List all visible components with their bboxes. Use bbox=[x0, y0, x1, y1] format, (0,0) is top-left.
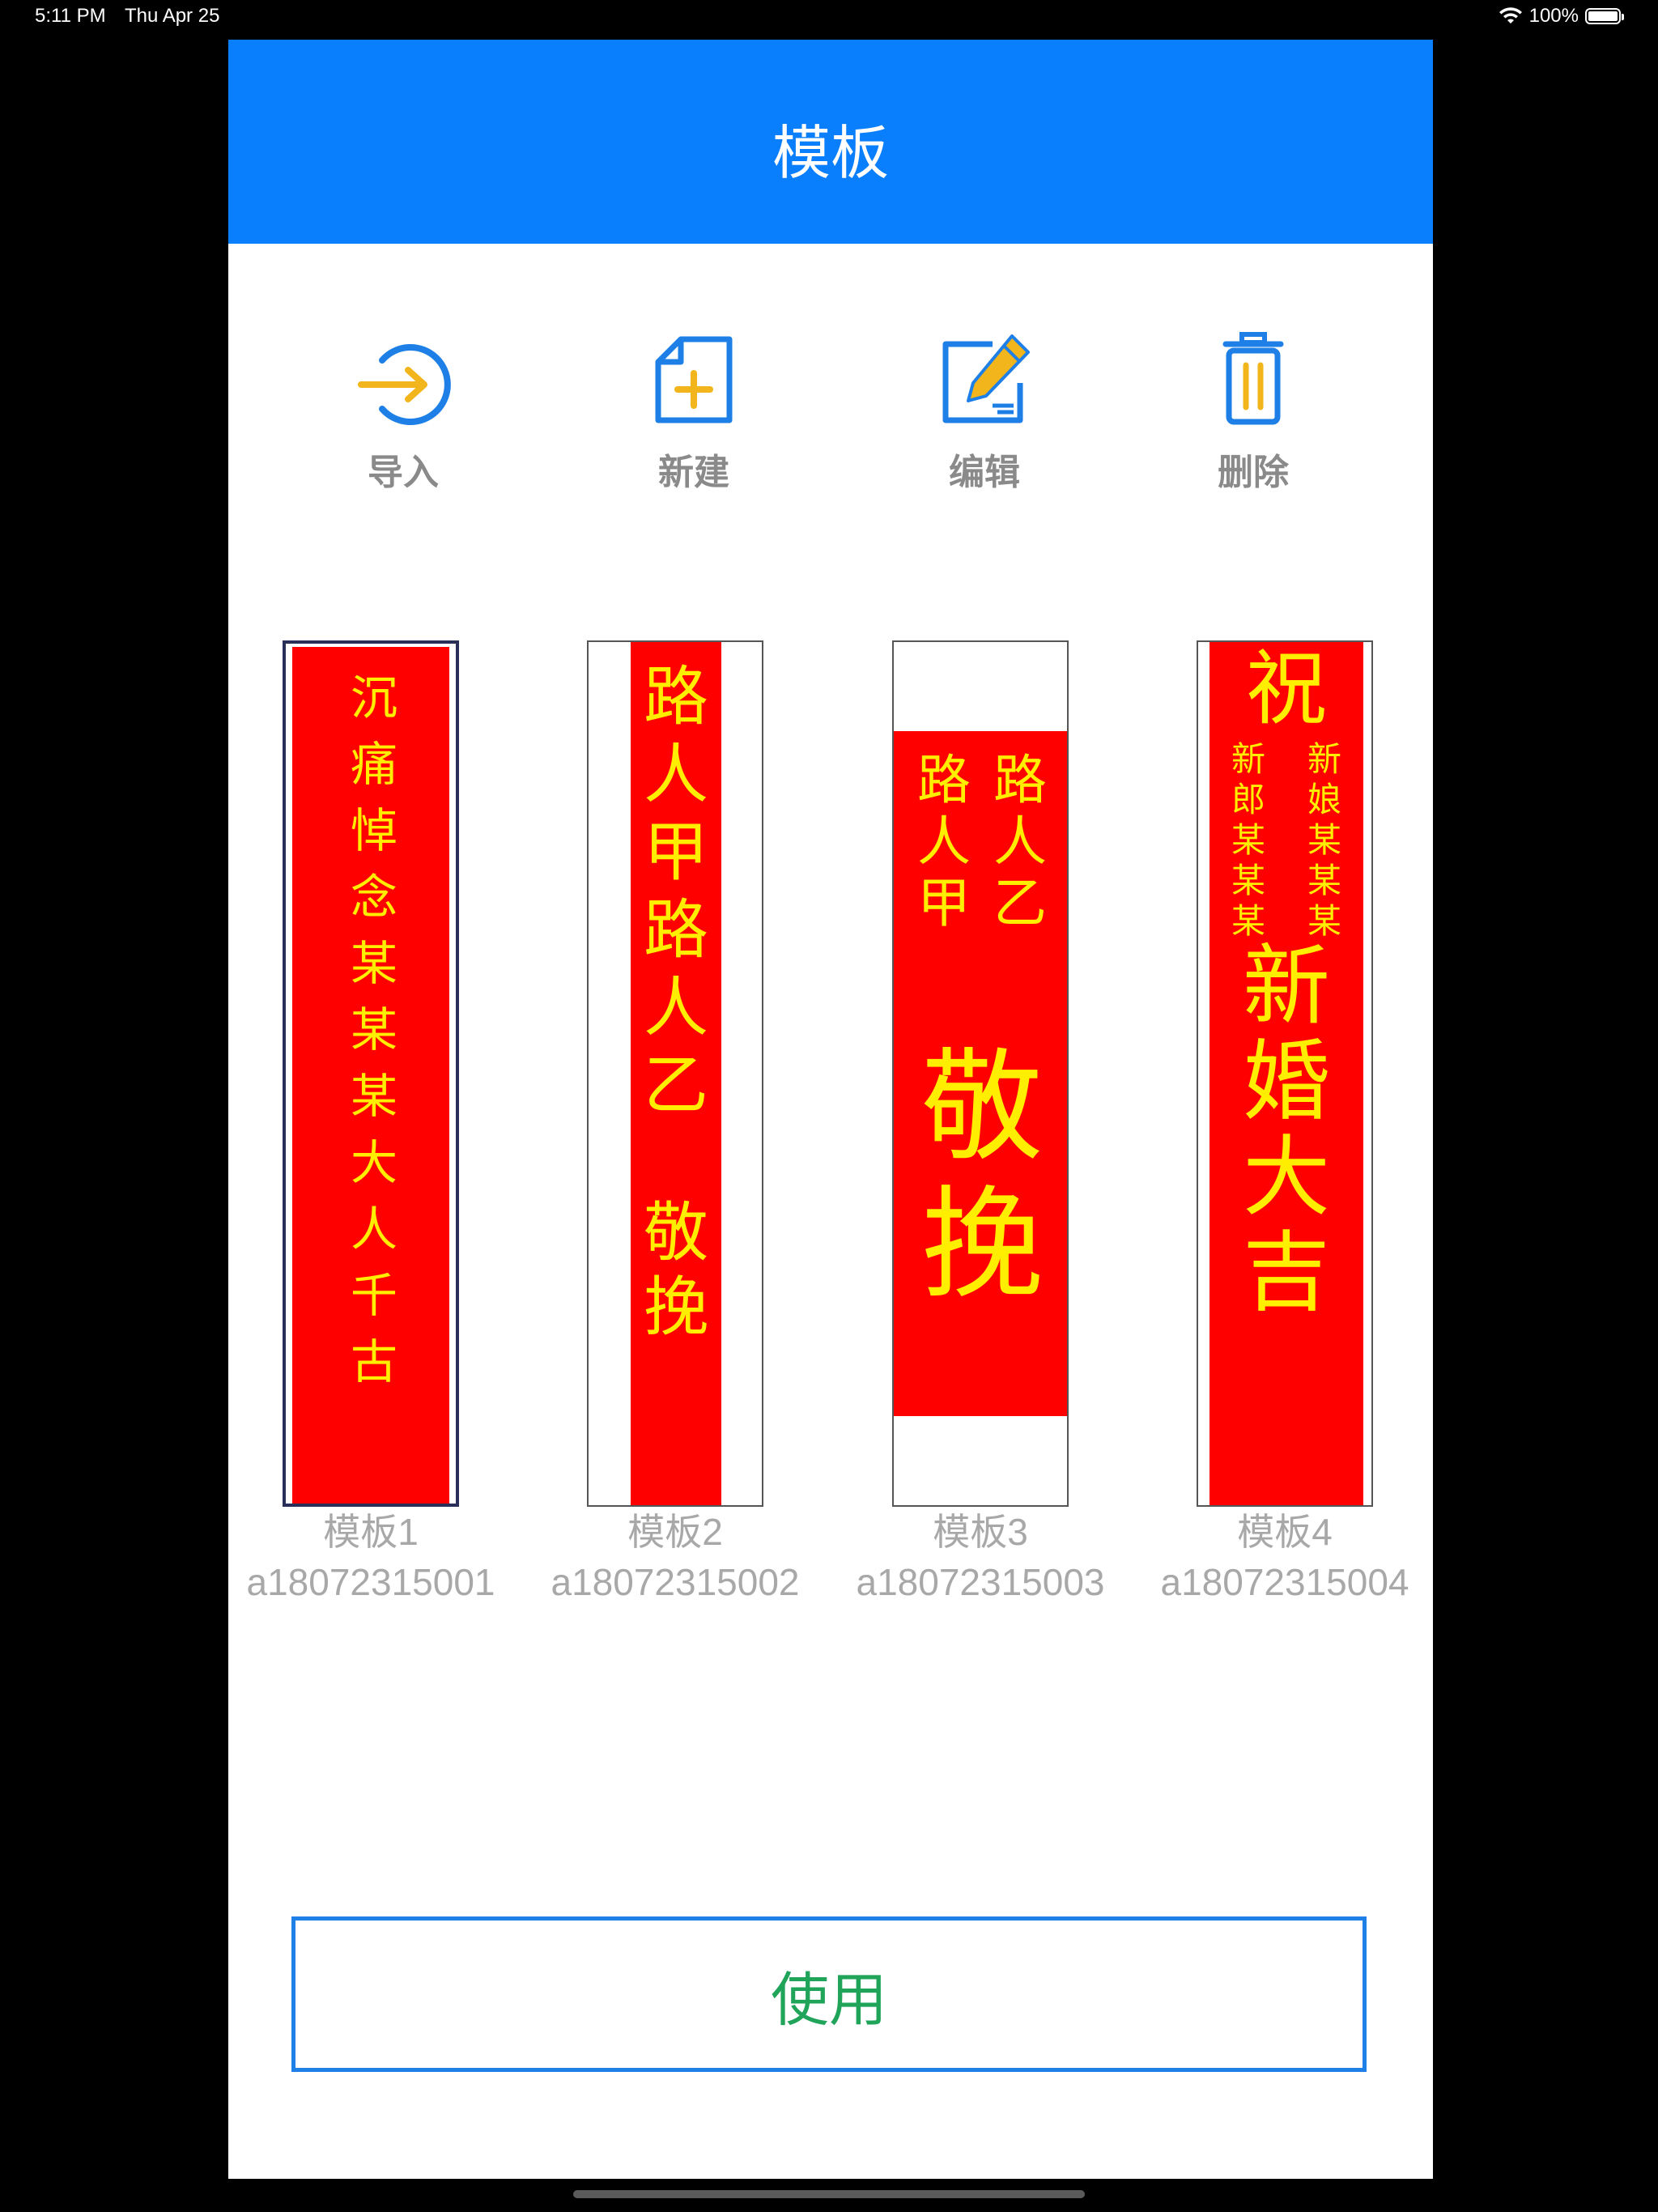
template-card-1[interactable]: 沉痛悼念某某某大人千古 bbox=[283, 640, 459, 1507]
banner-char: 某 bbox=[351, 936, 398, 991]
banner-char: 悼 bbox=[351, 803, 398, 858]
delete-label: 删除 bbox=[1218, 452, 1289, 493]
banner-char: 古 bbox=[351, 1334, 398, 1389]
banner-char: 某 bbox=[1307, 901, 1342, 941]
banner-char: 千 bbox=[351, 1268, 398, 1323]
banner-char: 某 bbox=[351, 1069, 398, 1124]
status-indicators: 100% bbox=[1499, 5, 1624, 28]
template-thumbnail: 沉痛悼念某某某大人千古 bbox=[283, 640, 459, 1507]
trash-icon bbox=[1222, 332, 1284, 425]
battery-percent: 100% bbox=[1528, 5, 1579, 27]
status-bar: 5:11 PM Thu Apr 25 100% bbox=[0, 0, 1658, 34]
use-button[interactable]: 使用 bbox=[291, 1916, 1367, 2072]
use-button-label: 使用 bbox=[770, 1965, 887, 2034]
banner-char: 乙 bbox=[993, 872, 1047, 934]
banner-char: 路 bbox=[644, 892, 708, 968]
template-name: 模板3 bbox=[933, 1511, 1028, 1553]
template-code: a18072315002 bbox=[551, 1561, 800, 1603]
status-time: 5:11 PM bbox=[35, 5, 106, 27]
banner-char: 某 bbox=[1307, 861, 1342, 900]
template-name: 模板2 bbox=[627, 1511, 723, 1553]
banner-char: 新 bbox=[1243, 936, 1331, 1037]
wifi-icon bbox=[1499, 7, 1522, 23]
banner-char: 甲 bbox=[644, 815, 708, 890]
home-indicator bbox=[573, 2190, 1085, 2198]
banner-char: 人 bbox=[993, 810, 1047, 873]
template-code: a18072315003 bbox=[856, 1561, 1105, 1603]
template-thumbnail: 路人甲路人乙敬挽 bbox=[892, 640, 1069, 1507]
import-label: 导入 bbox=[368, 452, 439, 493]
banner-char: 某 bbox=[1231, 820, 1266, 860]
banner-char: 人 bbox=[351, 1202, 398, 1257]
import-button[interactable]: 导入 bbox=[322, 331, 484, 534]
battery-icon bbox=[1585, 8, 1624, 24]
banner-char: 挽 bbox=[644, 1270, 708, 1345]
banner-char: 某 bbox=[1231, 901, 1266, 941]
template-caption-2: 模板2 a18072315002 bbox=[521, 1507, 829, 1607]
template-name: 模板4 bbox=[1237, 1511, 1333, 1553]
banner-char: 沉 bbox=[351, 670, 398, 725]
new-label: 新建 bbox=[658, 452, 729, 493]
app-window: 模板 导入 新建 编辑 删除 沉 痛 悼 念 某 某 某 大 人 千 古 模板1… bbox=[228, 40, 1433, 2179]
banner-char: 郎 bbox=[1231, 780, 1266, 819]
new-file-icon bbox=[655, 336, 733, 423]
banner-char: 新 bbox=[1307, 739, 1342, 779]
template-thumbnail: 路人甲路人乙敬挽 bbox=[587, 640, 763, 1507]
banner-char: 大 bbox=[351, 1135, 398, 1190]
delete-button[interactable]: 删除 bbox=[1172, 331, 1334, 534]
edit-label: 编辑 bbox=[949, 452, 1020, 493]
banner-char: 路 bbox=[917, 749, 971, 811]
template-code: a18072315004 bbox=[1160, 1561, 1409, 1603]
banner-char: 路 bbox=[993, 749, 1047, 811]
template-card-2[interactable]: 路人甲路人乙敬挽 bbox=[587, 640, 763, 1507]
edit-button[interactable]: 编辑 bbox=[903, 331, 1065, 534]
banner-char: 人 bbox=[644, 737, 708, 812]
banner-char: 某 bbox=[1307, 820, 1342, 860]
template-name: 模板1 bbox=[323, 1511, 419, 1553]
banner-char: 敬 bbox=[921, 1037, 1044, 1178]
banner-char: 路 bbox=[644, 659, 708, 734]
import-arrow-icon bbox=[358, 344, 451, 425]
template-caption-1: 模板1 a18072315001 bbox=[217, 1507, 525, 1607]
banner-char: 甲 bbox=[917, 872, 971, 934]
template-caption-4: 模板4 a18072315004 bbox=[1131, 1507, 1439, 1607]
template-card-4[interactable]: 祝新郎某某某新娘某某某新婚大吉 bbox=[1197, 640, 1373, 1507]
banner-char: 吉 bbox=[1243, 1223, 1331, 1324]
banner-char: 祝 bbox=[1246, 641, 1327, 736]
edit-pencil-icon bbox=[942, 334, 1030, 423]
banner-char: 人 bbox=[917, 810, 971, 873]
banner-char: 挽 bbox=[921, 1175, 1044, 1316]
template-caption-3: 模板3 a18072315003 bbox=[827, 1507, 1134, 1607]
template-thumbnail: 祝新郎某某某新娘某某某新婚大吉 bbox=[1197, 640, 1373, 1507]
banner-char: 大 bbox=[1243, 1127, 1331, 1228]
banner-char: 婚 bbox=[1243, 1032, 1331, 1133]
banner-char: 乙 bbox=[644, 1048, 708, 1123]
banner-char: 某 bbox=[351, 1002, 398, 1057]
template-card-3[interactable]: 路人甲路人乙敬挽 bbox=[892, 640, 1069, 1507]
banner-char: 某 bbox=[1231, 861, 1266, 900]
status-date: Thu Apr 25 bbox=[125, 5, 220, 27]
navigation-bar: 模板 bbox=[228, 40, 1433, 244]
banner-char: 娘 bbox=[1307, 780, 1342, 819]
new-button[interactable]: 新建 bbox=[613, 331, 775, 534]
template-code: a18072315001 bbox=[246, 1561, 495, 1603]
page-title: 模板 bbox=[772, 119, 889, 187]
banner-char: 痛 bbox=[351, 737, 398, 792]
banner-char: 人 bbox=[644, 970, 708, 1045]
banner-char: 敬 bbox=[644, 1195, 708, 1270]
banner-char: 念 bbox=[351, 870, 398, 925]
banner-char: 新 bbox=[1231, 739, 1266, 779]
